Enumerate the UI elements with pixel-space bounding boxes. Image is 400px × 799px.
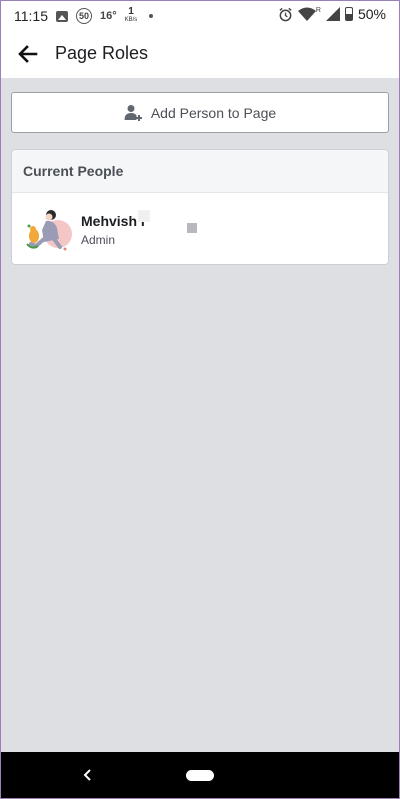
more-notifications-dot-icon	[149, 14, 154, 18]
app-bar: Page Roles	[0, 30, 400, 78]
network-speed-unit: KB/s	[124, 17, 138, 23]
back-arrow-icon[interactable]	[16, 42, 40, 66]
image-notification-icon	[56, 10, 68, 22]
add-person-icon	[124, 104, 142, 121]
status-time: 11:15	[14, 8, 48, 24]
person-name: Mehvish I	[81, 213, 145, 229]
redaction-mark	[138, 210, 150, 222]
current-people-title: Current People	[23, 163, 124, 179]
signal-tag: R	[315, 6, 321, 14]
current-people-header: Current People	[12, 150, 388, 193]
status-bar: 11:15 50 16° 1 KB/s R 50%	[0, 0, 400, 30]
page-title: Page Roles	[55, 43, 149, 63]
status-right: R 50%	[278, 6, 386, 22]
add-person-label: Add Person to Page	[150, 104, 277, 121]
nav-home-button[interactable]	[186, 770, 214, 781]
battery-percent: 50%	[357, 6, 386, 22]
battery-icon	[344, 7, 353, 21]
notification-count-icon: 50	[76, 8, 92, 24]
cell-signal-icon	[325, 7, 340, 21]
avatar	[26, 210, 72, 251]
redaction-mark	[187, 223, 197, 233]
nav-back-icon[interactable]	[80, 766, 96, 784]
wifi-icon	[297, 7, 316, 21]
network-speed-value: 1	[128, 6, 134, 17]
person-role: Admin	[81, 233, 116, 247]
person-row[interactable]: Mehvish I Admin	[12, 193, 388, 264]
alarm-icon	[279, 7, 292, 21]
current-people-card: Current People Mehvish I Admin	[11, 149, 389, 265]
add-person-button[interactable]: Add Person to Page	[11, 92, 389, 133]
temperature: 16°	[100, 10, 117, 22]
network-speed: 1 KB/s	[125, 7, 138, 25]
status-left: 11:15 50 16° 1 KB/s	[14, 7, 154, 25]
system-nav-bar	[0, 752, 400, 799]
